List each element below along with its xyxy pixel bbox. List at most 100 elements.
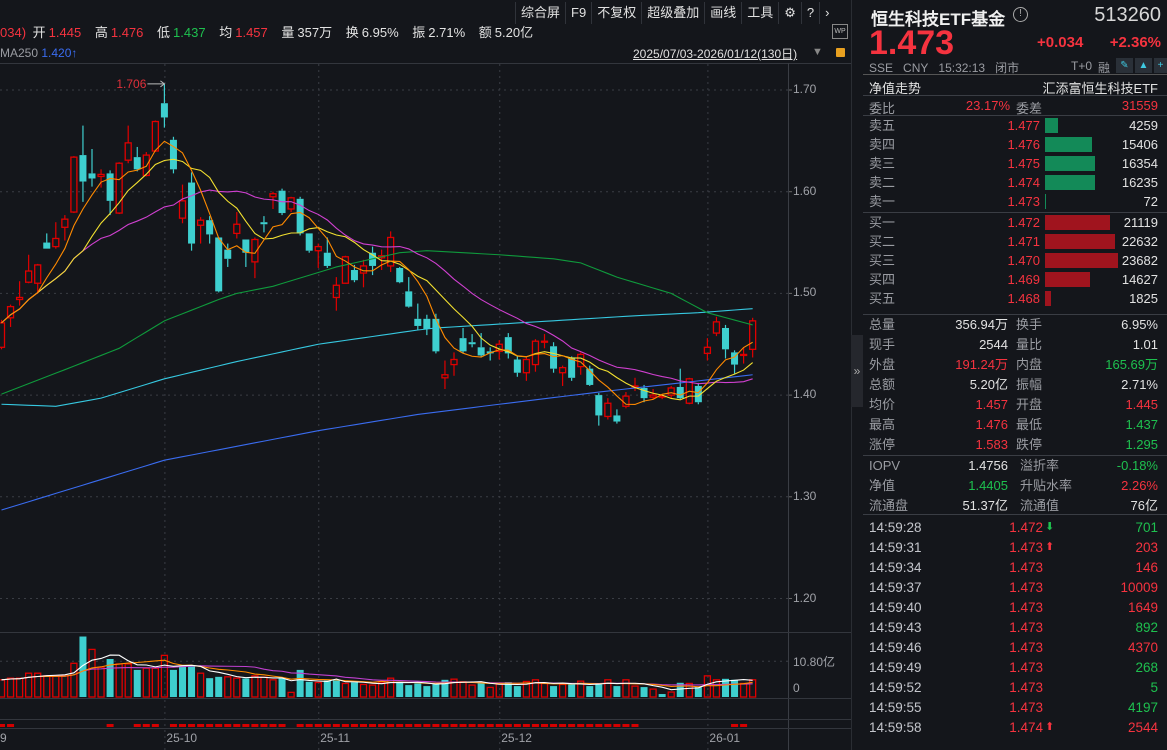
signal-bar [206, 724, 214, 727]
stat-label: 最高 [869, 417, 896, 432]
signal-bar [260, 724, 268, 727]
high-value: 1.476 [110, 25, 144, 40]
candle-body [233, 223, 241, 235]
tick-volume: 203 [1135, 540, 1158, 555]
stat-value: 2544 [979, 337, 1008, 352]
signal-bar [7, 724, 15, 727]
stat-value: 356.94万 [955, 317, 1008, 332]
signal-bar [278, 724, 286, 727]
depth-bar [1045, 291, 1051, 306]
volume-bar [215, 676, 223, 697]
depth-bar [1045, 272, 1091, 287]
level-label: 卖二 [869, 175, 896, 190]
ask-row[interactable]: 卖二 1.474 16235 [863, 173, 1167, 192]
chevron-right-icon[interactable]: › [819, 2, 834, 24]
bid-row[interactable]: 买四 1.469 14627 [863, 270, 1167, 289]
tick-price: 1.473 [1009, 620, 1043, 635]
weibi-value: 23.17% [965, 98, 1010, 113]
stat-value: 165.69万 [1105, 357, 1158, 372]
signal-bar [305, 724, 313, 727]
signal-bar [731, 724, 739, 727]
wp-icon[interactable]: WP [832, 24, 848, 39]
stats-row: 净值 1.4405 升贴水率 2.26% [863, 476, 1167, 495]
pencil-icon[interactable]: ✎ [1116, 58, 1133, 73]
bid-row[interactable]: 买五 1.468 1825 [863, 289, 1167, 308]
help-icon[interactable]: ? [800, 2, 819, 24]
collapse-panel-icon[interactable]: » [851, 335, 863, 407]
level-price: 1.473 [1007, 194, 1040, 209]
stats-row: 涨停 1.583 跌停 1.295 [863, 435, 1167, 454]
signal-bar [314, 724, 322, 727]
level-price: 1.472 [1007, 215, 1040, 230]
tick-time: 14:59:46 [869, 640, 922, 655]
signal-bar [613, 724, 621, 727]
bid-row[interactable]: 买二 1.471 22632 [863, 232, 1167, 251]
signal-bar [486, 724, 494, 727]
bid-row[interactable]: 买三 1.470 23682 [863, 251, 1167, 270]
ask-row[interactable]: 卖一 1.473 72 [863, 192, 1167, 211]
composite-screen-button[interactable]: 综合屏 [515, 2, 565, 24]
candle-body [24, 270, 33, 283]
ask-row[interactable]: 卖五 1.477 4259 [863, 116, 1167, 135]
no-adjust-button[interactable]: 不复权 [591, 2, 641, 24]
volume-bar [595, 684, 603, 697]
stat-value: 1.4756 [968, 458, 1008, 473]
candle-body [133, 157, 141, 170]
candle-body [414, 318, 422, 326]
volume-bar [269, 679, 277, 698]
date-tick-label: 25-12 [501, 731, 532, 745]
volume-bar [169, 669, 177, 697]
draw-line-button[interactable]: 画线 [704, 2, 741, 24]
candle-body [332, 284, 341, 299]
level-label: 买四 [869, 272, 896, 287]
level-volume: 16235 [1121, 175, 1158, 190]
volume-bar [242, 678, 250, 697]
market-status: 闭市 [995, 61, 1020, 75]
candle-body [613, 415, 621, 422]
ma10-line [1, 158, 754, 401]
ask-row[interactable]: 卖三 1.475 16354 [863, 154, 1167, 173]
volume-bar [377, 682, 386, 698]
candle-body [34, 264, 42, 284]
signal-bar [341, 724, 349, 727]
tick-time: 14:59:43 [869, 620, 922, 635]
f9-button[interactable]: F9 [565, 2, 591, 24]
signal-bar [477, 724, 485, 727]
dropdown-triangle-icon[interactable]: ▼ [812, 46, 823, 58]
ask-row[interactable]: 卖四 1.476 15406 [863, 135, 1167, 154]
tick-time: 14:59:58 [869, 720, 922, 735]
candle-body [269, 193, 277, 198]
open-value: 1.445 [48, 25, 82, 40]
super-overlay-button[interactable]: 超级叠加 [641, 2, 704, 24]
tick-row: 14:59:55 1.473 4197 [863, 698, 1167, 717]
stat-label: 跌停 [1016, 437, 1043, 452]
candle-body [396, 267, 404, 283]
stat-value: 5.20亿 [969, 377, 1008, 392]
level-volume: 4259 [1129, 118, 1158, 133]
signal-bar [522, 724, 530, 727]
signal-bar [396, 724, 404, 727]
tools-button[interactable]: 工具 [741, 2, 778, 24]
bell-icon[interactable]: ▲ [1135, 58, 1152, 73]
stat-label: 升贴水率 [1020, 478, 1073, 493]
level-label: 卖一 [869, 194, 896, 209]
tick-price: 1.473 [1009, 540, 1043, 555]
bid-row[interactable]: 买一 1.472 21119 [863, 213, 1167, 232]
stat-label: 内盘 [1016, 357, 1043, 372]
info-icon[interactable]: ! [1013, 7, 1028, 22]
signal-bar [468, 724, 476, 727]
volume-bar [88, 648, 96, 698]
plus-icon[interactable]: + [1154, 58, 1167, 73]
volume-bar [586, 686, 594, 697]
toolbar: 综合屏 F9 不复权 超级叠加 画线 工具 ⚙ ? › [515, 2, 834, 24]
low-value: 1.437 [173, 25, 206, 40]
stat-value: 1.4405 [968, 478, 1008, 493]
date-range-link[interactable]: 2025/07/03-2026/01/12(130日) [633, 45, 797, 62]
kline-chart[interactable]: 1.706 [0, 0, 850, 750]
lock-icon[interactable] [836, 48, 845, 57]
candle-body [188, 182, 196, 244]
volume-bar [631, 685, 639, 698]
volume-bar [260, 676, 268, 698]
candle-body [52, 237, 60, 248]
gear-icon[interactable]: ⚙ [778, 2, 801, 24]
